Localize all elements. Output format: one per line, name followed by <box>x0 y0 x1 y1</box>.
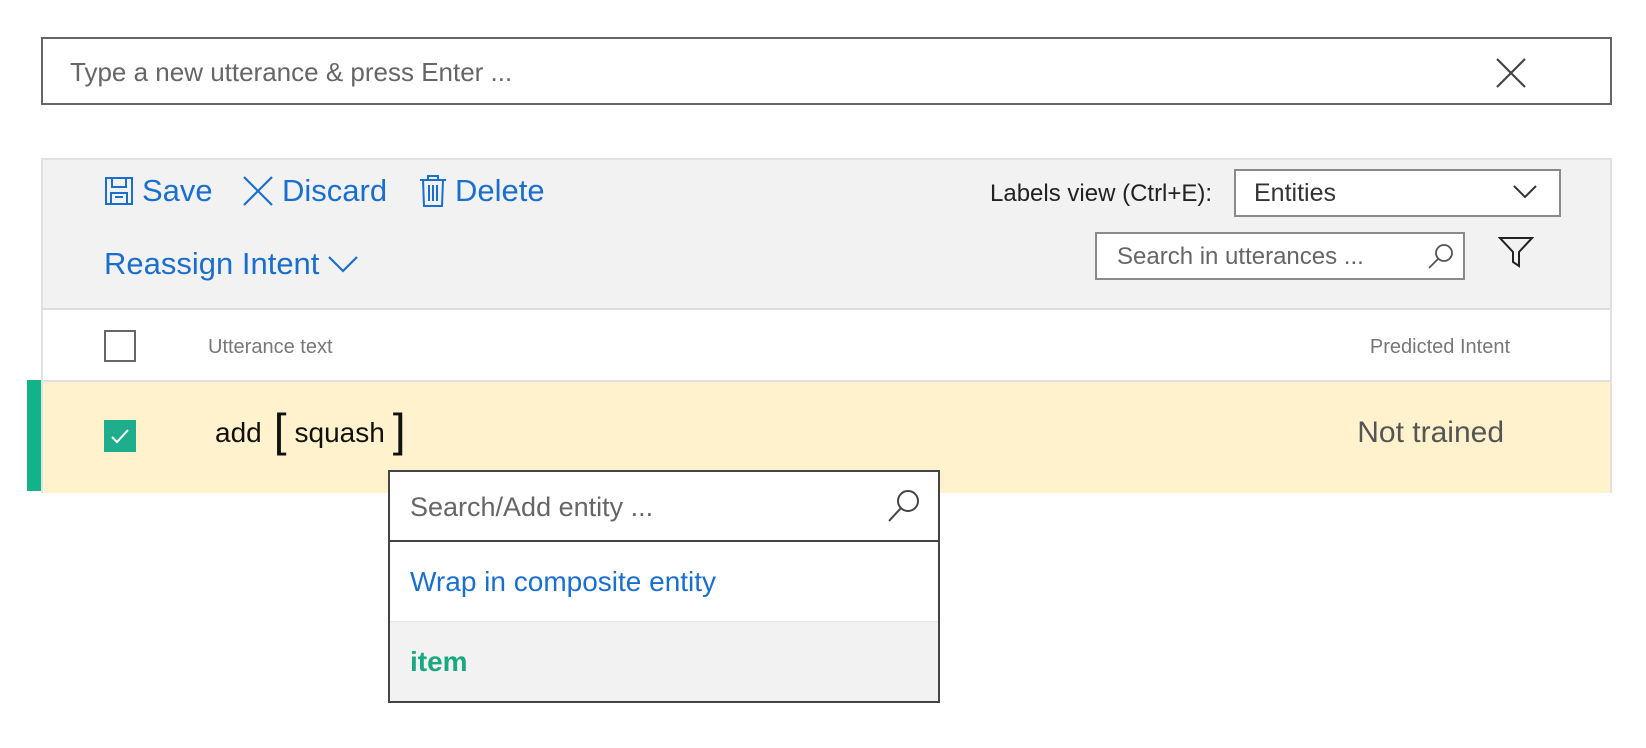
select-all-checkbox[interactable] <box>104 330 136 362</box>
labels-view-value: Entities <box>1254 178 1336 207</box>
entity-bracket-close: ] <box>392 404 406 456</box>
entity-token[interactable]: squash <box>295 417 385 449</box>
entity-option-item[interactable]: item <box>390 622 938 701</box>
entity-bracket-open: [ <box>273 404 287 456</box>
utterance-search-input[interactable] <box>1115 234 1419 280</box>
entity-option-label: item <box>410 646 468 677</box>
entity-search-input[interactable] <box>408 472 872 542</box>
discard-icon <box>243 176 273 206</box>
reassign-label: Reassign Intent <box>104 246 320 281</box>
utterances-panel: Save Discard Delete Reassign Intent Labe… <box>41 158 1612 493</box>
reassign-intent-button[interactable]: Reassign Intent <box>104 246 359 282</box>
labels-view-label: Labels view (Ctrl+E): <box>990 180 1213 207</box>
checkmark-icon <box>111 429 129 444</box>
delete-label: Delete <box>455 173 545 208</box>
column-utterance-text: Utterance text <box>208 336 333 358</box>
toolbar: Save Discard Delete Reassign Intent Labe… <box>43 160 1610 310</box>
filter-icon[interactable] <box>1498 236 1534 268</box>
discard-label: Discard <box>282 173 388 208</box>
utterance-search-box[interactable] <box>1095 232 1465 280</box>
utterance-text[interactable]: add [ squash ] <box>215 404 414 456</box>
save-label: Save <box>142 173 213 208</box>
labels-view-select[interactable]: Entities <box>1234 169 1561 217</box>
utterance-input[interactable] <box>68 39 1472 105</box>
search-icon[interactable] <box>886 488 922 524</box>
predicted-intent-value: Not trained <box>1357 416 1504 449</box>
entity-search-box[interactable] <box>390 472 938 542</box>
save-button[interactable]: Save <box>104 173 213 209</box>
selected-row-marker <box>27 380 41 491</box>
save-icon <box>105 177 133 205</box>
chevron-down-icon <box>1513 185 1537 199</box>
table-header: Utterance text Predicted Intent <box>43 310 1610 382</box>
wrap-composite-entity-option[interactable]: Wrap in composite entity <box>390 542 938 622</box>
chevron-down-icon <box>328 256 359 273</box>
column-predicted-intent: Predicted Intent <box>1369 336 1510 358</box>
row-checkbox[interactable] <box>104 420 136 452</box>
wrap-composite-label: Wrap in composite entity <box>410 566 717 597</box>
discard-button[interactable]: Discard <box>242 173 387 209</box>
trash-icon <box>420 175 446 207</box>
search-icon[interactable] <box>1427 242 1455 270</box>
delete-button[interactable]: Delete <box>419 173 545 209</box>
utterance-input-box[interactable] <box>41 37 1612 105</box>
entity-dropdown: Wrap in composite entity item <box>388 470 940 703</box>
utterance-word: add <box>215 417 262 448</box>
close-icon[interactable] <box>1493 55 1529 91</box>
